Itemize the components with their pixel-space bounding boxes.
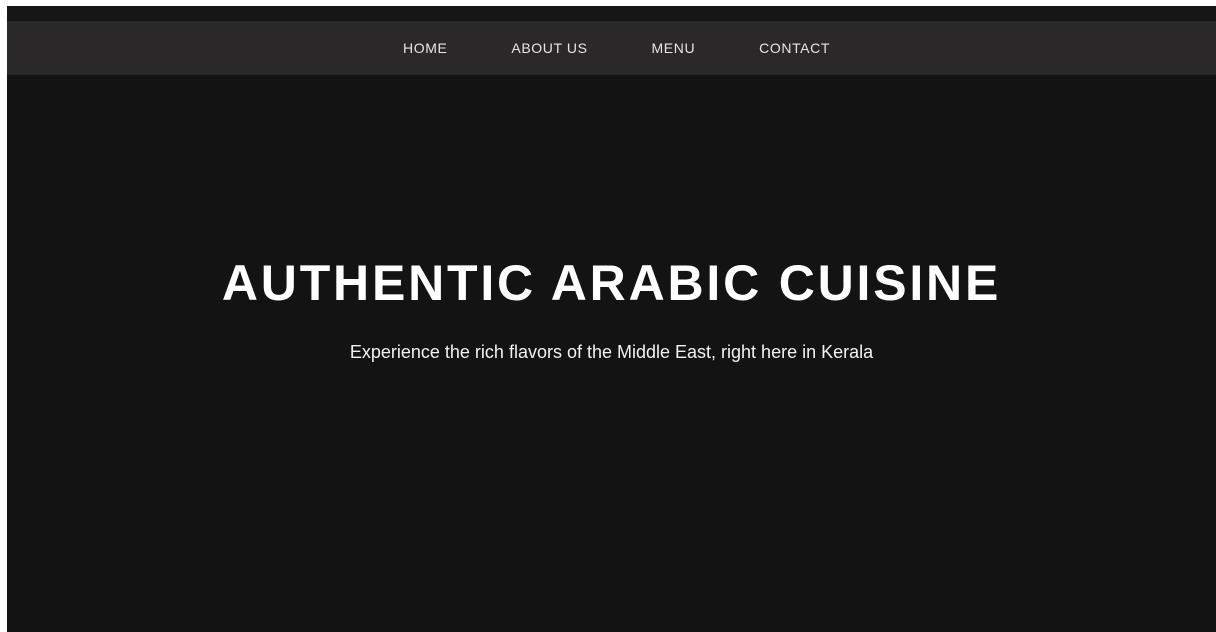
hero-subtitle: Experience the rich flavors of the Middl… bbox=[349, 342, 874, 362]
nav-link-menu[interactable]: MENU bbox=[652, 40, 696, 56]
nav-link-contact[interactable]: CONTACT bbox=[759, 40, 830, 56]
nav-link-home[interactable]: HOME bbox=[403, 40, 447, 56]
nav-links: HOME ABOUT US MENU CONTACT bbox=[7, 21, 1216, 75]
top-strip bbox=[7, 6, 1216, 21]
navbar: HOME ABOUT US MENU CONTACT bbox=[7, 21, 1216, 75]
hero-title: AUTHENTIC ARABIC CUISINE bbox=[221, 255, 1002, 311]
page-frame: HOME ABOUT US MENU CONTACT AUTHENTIC ARA… bbox=[7, 6, 1216, 632]
nav-link-about-us[interactable]: ABOUT US bbox=[511, 40, 587, 56]
hero-section: AUTHENTIC ARABIC CUISINE Experience the … bbox=[7, 75, 1216, 632]
